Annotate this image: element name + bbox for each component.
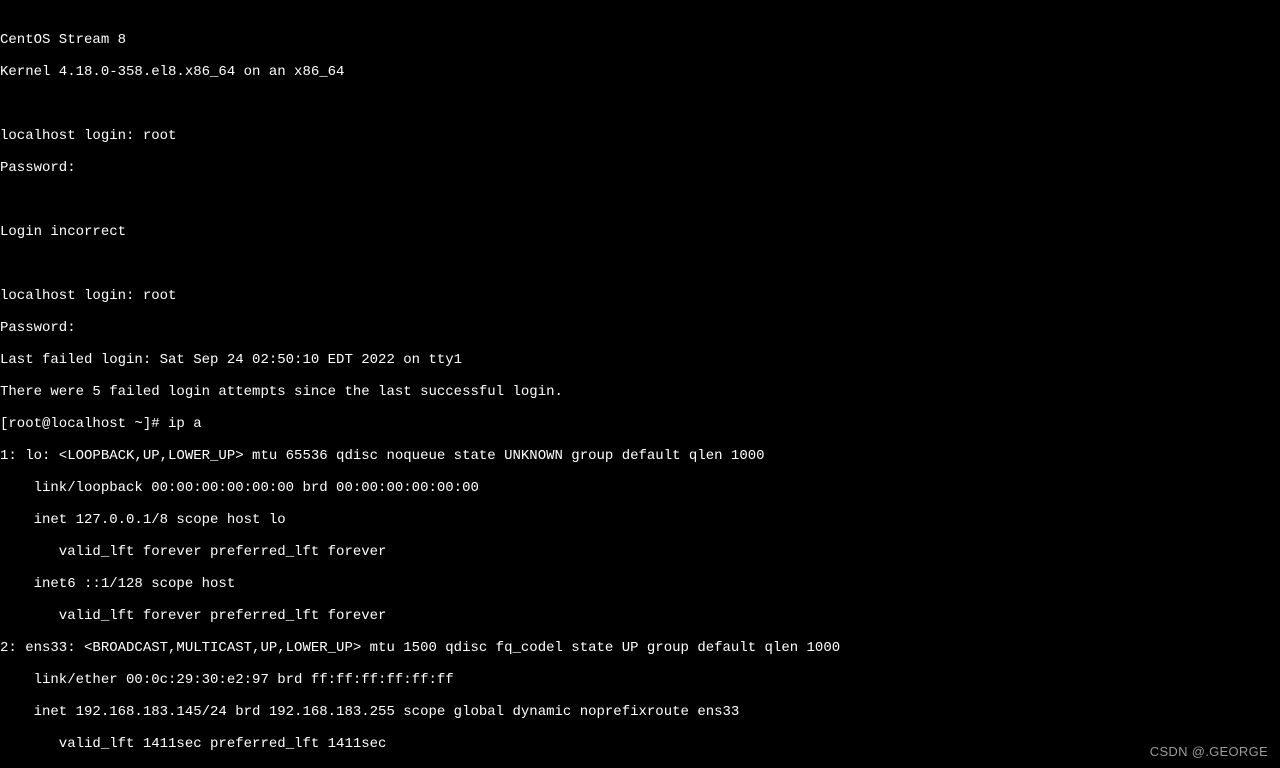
ip-output-ens33-link: link/ether 00:0c:29:30:e2:97 brd ff:ff:f… (0, 672, 1280, 688)
ip-output-lo-header: 1: lo: <LOOPBACK,UP,LOWER_UP> mtu 65536 … (0, 448, 1280, 464)
blank-line (0, 192, 1280, 208)
watermark-text: CSDN @.GEORGE (1150, 744, 1268, 760)
password-prompt-2: Password: (0, 320, 1280, 336)
ip-output-lo-link: link/loopback 00:00:00:00:00:00 brd 00:0… (0, 480, 1280, 496)
ip-output-ens33-valid: valid_lft 1411sec preferred_lft 1411sec (0, 736, 1280, 752)
shell-prompt-ip-a: [root@localhost ~]# ip a (0, 416, 1280, 432)
login-incorrect: Login incorrect (0, 224, 1280, 240)
login-prompt-2: localhost login: root (0, 288, 1280, 304)
last-failed-login: Last failed login: Sat Sep 24 02:50:10 E… (0, 352, 1280, 368)
blank-line (0, 256, 1280, 272)
ip-output-lo-valid: valid_lft forever preferred_lft forever (0, 544, 1280, 560)
password-prompt-1: Password: (0, 160, 1280, 176)
failed-attempts: There were 5 failed login attempts since… (0, 384, 1280, 400)
login-prompt-1: localhost login: root (0, 128, 1280, 144)
kernel-banner: Kernel 4.18.0-358.el8.x86_64 on an x86_6… (0, 64, 1280, 80)
ip-output-ens33-header: 2: ens33: <BROADCAST,MULTICAST,UP,LOWER_… (0, 640, 1280, 656)
terminal-screen[interactable]: CentOS Stream 8 Kernel 4.18.0-358.el8.x8… (0, 0, 1280, 768)
ip-output-lo-valid6: valid_lft forever preferred_lft forever (0, 608, 1280, 624)
ip-output-lo-inet: inet 127.0.0.1/8 scope host lo (0, 512, 1280, 528)
os-banner: CentOS Stream 8 (0, 32, 1280, 48)
blank-line (0, 96, 1280, 112)
ip-output-ens33-inet: inet 192.168.183.145/24 brd 192.168.183.… (0, 704, 1280, 720)
ip-output-lo-inet6: inet6 ::1/128 scope host (0, 576, 1280, 592)
